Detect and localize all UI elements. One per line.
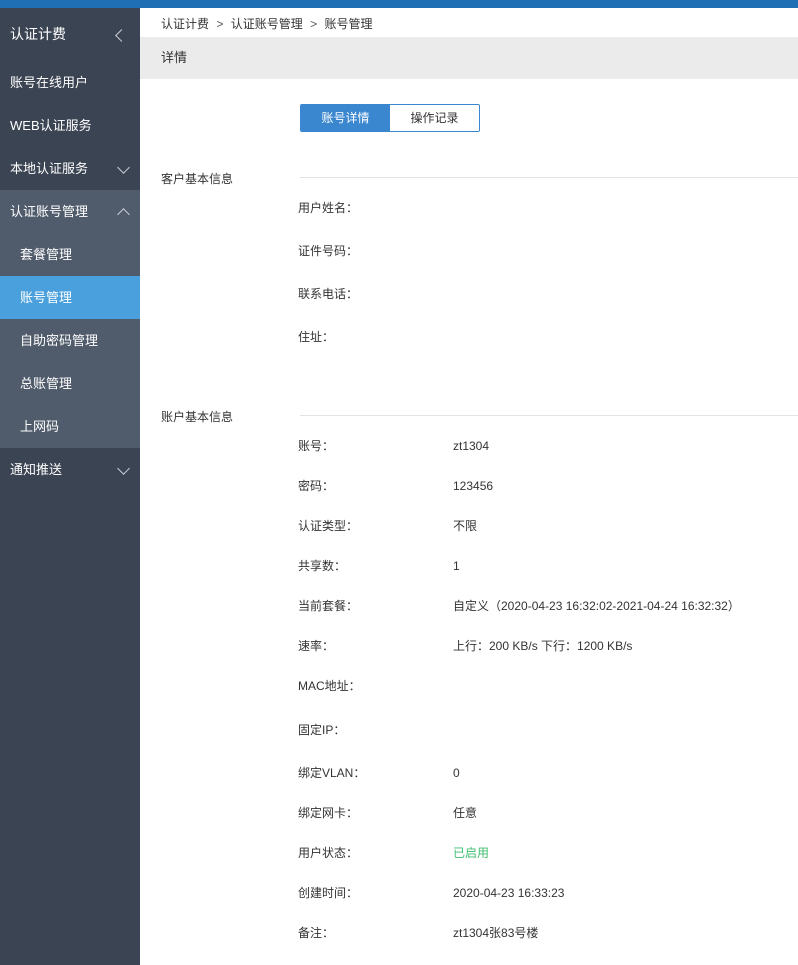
field-label: 用户姓名： [298,201,359,215]
sidebar-item-notification-push[interactable]: 通知推送 [0,448,140,491]
sidebar-item-local-auth[interactable]: 本地认证服务 [0,147,140,190]
field-label: 联系电话： [298,287,359,301]
breadcrumb-item-auth-billing[interactable]: 认证计费 [161,17,209,31]
section-divider [300,177,798,178]
sidebar-item-ledger-mgmt[interactable]: 总账管理 [0,362,140,405]
field-label: 用户状态： [298,846,359,860]
sidebar-item-auth-account-mgmt[interactable]: 认证账号管理 [0,190,140,233]
field-fixed-ip: 固定IP： [298,720,798,740]
field-value: 自定义（2020-04-23 16:32:02-2021-04-24 16:32… [453,599,740,613]
sidebar-header-auth-billing[interactable]: 认证计费 [0,8,140,61]
field-value: 上行：200 KB/s 下行：1200 KB/s [453,639,633,653]
field-address: 住址： [298,327,798,347]
field-current-package: 当前套餐： 自定义（2020-04-23 16:32:02-2021-04-24… [298,596,798,616]
field-label: 绑定网卡： [298,806,359,820]
sidebar-item-label: 账号在线用户 [10,75,89,90]
field-label: 账号： [298,439,335,453]
tab-account-details[interactable]: 账号详情 [301,105,390,131]
field-account: 账号： zt1304 [298,436,798,456]
field-remarks: 备注： zt1304张83号楼 [298,923,798,943]
field-phone: 联系电话： [298,284,798,304]
field-label: 固定IP： [298,723,346,737]
sidebar-item-label: 认证账号管理 [10,204,89,219]
field-auth-type: 认证类型： 不限 [298,516,798,536]
section-title-account: 账户基本信息 [161,410,234,424]
field-label: MAC地址： [298,679,361,693]
field-bound-nic: 绑定网卡： 任意 [298,803,798,823]
sidebar-item-label: WEB认证服务 [10,118,92,133]
field-id-number: 证件号码： [298,241,798,261]
field-label: 共享数： [298,559,347,573]
chevron-left-icon[interactable] [115,28,128,42]
field-label: 住址： [298,330,335,344]
field-label: 备注： [298,926,335,940]
section-title-customer: 客户基本信息 [161,172,234,186]
sidebar-item-package-mgmt[interactable]: 套餐管理 [0,233,140,276]
field-value: 任意 [453,806,478,820]
field-value: zt1304 [453,439,490,453]
field-bound-vlan: 绑定VLAN： 0 [298,763,798,783]
sidebar-item-online-users[interactable]: 账号在线用户 [0,61,140,104]
sidebar-item-label: 套餐管理 [20,247,73,262]
field-label: 密码： [298,479,335,493]
tab-operation-records[interactable]: 操作记录 [390,105,479,131]
field-value: 不限 [453,519,478,533]
chevron-down-icon [117,160,130,174]
section-divider [300,415,798,416]
sidebar-item-label: 通知推送 [10,462,63,477]
sidebar-item-label: 账号管理 [20,290,73,305]
sidebar-header-label: 认证计费 [10,26,66,42]
field-value: zt1304张83号楼 [453,926,539,940]
field-value: 0 [453,766,460,780]
breadcrumb-item-account-mgmt: 账号管理 [324,17,373,31]
field-share-count: 共享数： 1 [298,556,798,576]
chevron-up-icon [117,207,130,221]
field-rate: 速率： 上行：200 KB/s 下行：1200 KB/s [298,636,798,656]
breadcrumb: 认证计费 > 认证账号管理 > 账号管理 [161,15,372,32]
breadcrumb-separator: > [216,17,224,31]
field-created-time: 创建时间： 2020-04-23 16:33:23 [298,883,798,903]
field-label: 证件号码： [298,244,359,258]
sidebar-item-access-code[interactable]: 上网码 [0,405,140,448]
breadcrumb-separator: > [310,17,318,31]
detail-tabs: 账号详情 操作记录 [300,104,480,132]
sidebar-item-label: 总账管理 [20,376,73,391]
sidebar-item-label: 自助密码管理 [20,333,99,348]
field-label: 当前套餐： [298,599,359,613]
sidebar-item-label: 本地认证服务 [10,161,89,176]
field-password: 密码： 123456 [298,476,798,496]
status-badge: 已启用 [453,846,490,860]
field-label: 创建时间： [298,886,359,900]
field-value: 1 [453,559,460,573]
field-value: 2020-04-23 16:33:23 [453,886,565,900]
field-user-name: 用户姓名： [298,198,798,218]
top-accent-bar [0,0,798,8]
chevron-down-icon [117,461,130,475]
main-content: 认证计费 > 认证账号管理 > 账号管理 详情 账号详情 操作记录 客户基本信息… [140,8,798,965]
sidebar-item-account-mgmt[interactable]: 账号管理 [0,276,140,319]
field-value: 123456 [453,479,494,493]
sidebar: 认证计费 账号在线用户 WEB认证服务 本地认证服务 认证账号管理 套餐管理 账… [0,8,140,965]
field-mac-address: MAC地址： [298,676,798,696]
sidebar-item-self-password-mgmt[interactable]: 自助密码管理 [0,319,140,362]
breadcrumb-item-auth-account-mgmt[interactable]: 认证账号管理 [231,17,303,31]
field-label: 速率： [298,639,335,653]
field-label: 认证类型： [298,519,359,533]
sidebar-item-label: 上网码 [20,419,60,434]
field-label: 绑定VLAN： [298,766,366,780]
field-user-status: 用户状态： 已启用 [298,843,798,863]
sidebar-item-web-auth[interactable]: WEB认证服务 [0,104,140,147]
page-title: 详情 [140,37,798,79]
